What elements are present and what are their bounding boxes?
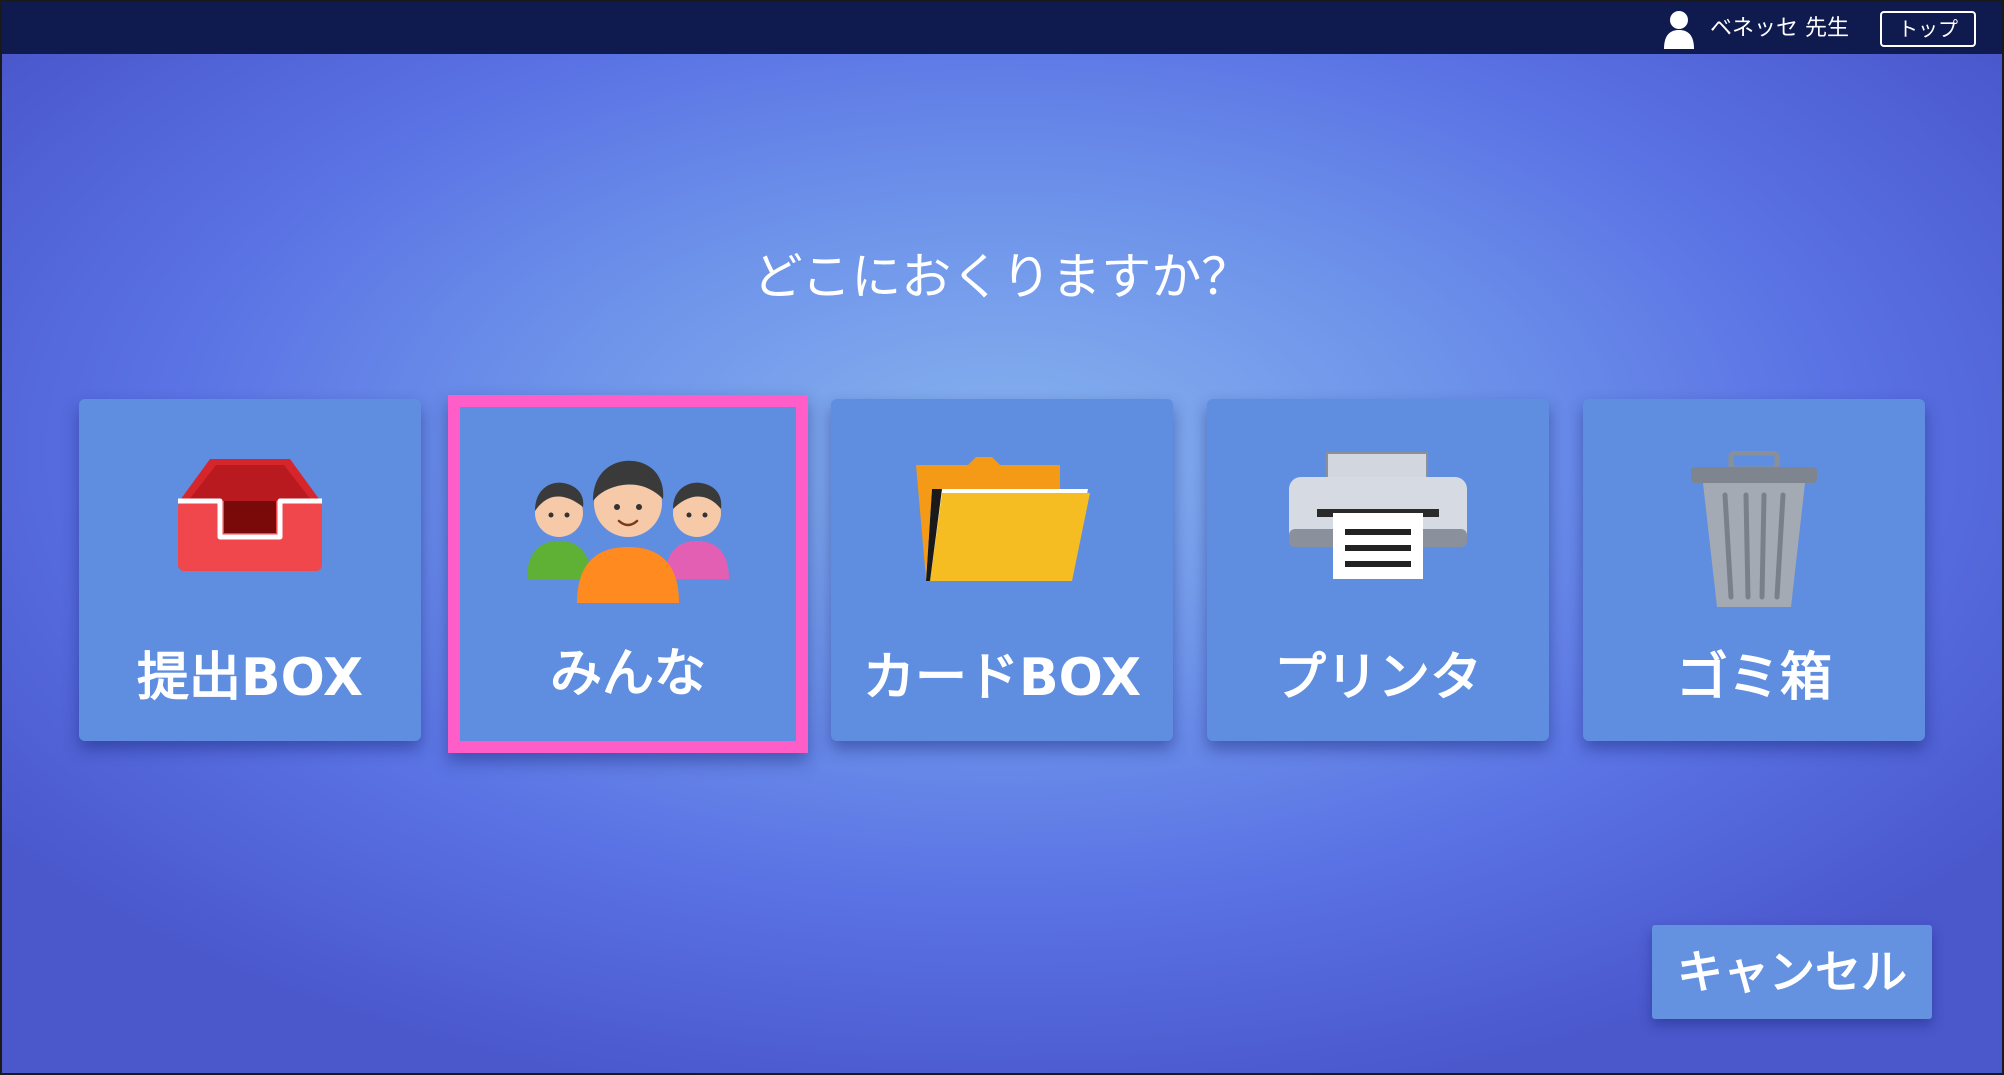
tile-label: 提出BOX bbox=[136, 648, 364, 708]
trash-can-icon bbox=[1691, 451, 1817, 607]
printer-icon bbox=[1289, 452, 1467, 579]
tile-label: プリンタ bbox=[1273, 648, 1482, 708]
tile-label: みんな bbox=[549, 644, 706, 704]
destination-submission-box[interactable]: 提出BOX bbox=[79, 399, 421, 741]
destination-card-box[interactable]: カードBOX bbox=[831, 399, 1173, 741]
folder-icon bbox=[916, 457, 1090, 581]
person-icon bbox=[1664, 11, 1694, 49]
destination-printer[interactable]: プリンタ bbox=[1207, 399, 1549, 741]
user-name: ベネッセ 先生 bbox=[1710, 16, 1849, 41]
destination-trash[interactable]: ゴミ箱 bbox=[1583, 399, 1925, 741]
page-title: どこにおくりますか？ bbox=[752, 248, 1252, 306]
screen: ベネッセ 先生 トップ どこにおくりますか？ 提出BOX みんな カードBOX … bbox=[0, 0, 2004, 1075]
destination-everyone[interactable]: みんな bbox=[448, 395, 808, 753]
people-group-icon bbox=[527, 460, 729, 603]
tile-label: ゴミ箱 bbox=[1675, 648, 1832, 708]
inbox-tray-icon bbox=[178, 459, 322, 571]
tile-label: カードBOX bbox=[862, 648, 1142, 708]
top-bar: ベネッセ 先生 トップ bbox=[2, 2, 2002, 54]
top-button[interactable]: トップ bbox=[1880, 11, 1976, 47]
cancel-button[interactable]: キャンセル bbox=[1652, 925, 1932, 1019]
